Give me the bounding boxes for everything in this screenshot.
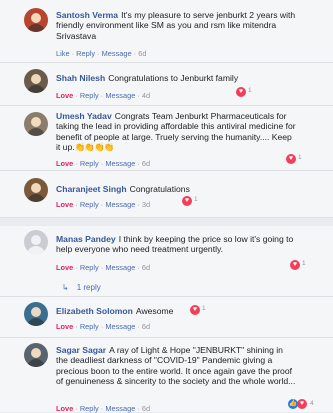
reaction-count: 1 xyxy=(202,305,206,312)
comment-item: Santosh Verma It's my pleasure to serve j… xyxy=(0,0,333,62)
message-button[interactable]: Message xyxy=(105,263,135,272)
comment-author[interactable]: Elizabeth Solomon xyxy=(56,306,133,316)
message-button[interactable]: Message xyxy=(105,159,135,168)
comment-actions: Like · Reply · Message · 6d xyxy=(56,49,147,58)
avatar[interactable] xyxy=(24,343,48,367)
comment-text: Elizabeth Solomon Awesome xyxy=(56,306,297,316)
reply-arrow-icon: ↳ xyxy=(62,283,69,292)
comment-actions: Love · Reply · Message · 4d xyxy=(56,91,151,100)
avatar[interactable] xyxy=(24,178,48,202)
reaction-count: 1 xyxy=(302,260,306,267)
avatar[interactable] xyxy=(24,8,48,32)
comment-actions: Love · Reply · Message · 6d xyxy=(56,322,151,331)
comment-body: Congratulations to Jenburkt family xyxy=(108,73,239,83)
heart-icon[interactable]: ♥ xyxy=(286,154,296,164)
timestamp: 6d xyxy=(138,49,147,58)
comment-text: Charanjeet Singh Congratulations xyxy=(56,184,297,194)
message-button[interactable]: Message xyxy=(105,200,135,209)
comment-item: Elizabeth Solomon Awesome Love · Reply · … xyxy=(0,297,333,337)
message-button[interactable]: Message xyxy=(105,322,135,331)
reply-button[interactable]: Reply xyxy=(76,49,95,58)
love-button[interactable]: Love xyxy=(56,159,73,168)
comment-text: Sagar Sagar A ray of Light & Hope "JENBUR… xyxy=(56,345,297,387)
love-button[interactable]: Love xyxy=(56,263,73,272)
avatar[interactable] xyxy=(24,112,48,136)
like-button[interactable]: Like xyxy=(56,49,70,58)
reaction-count: 1 xyxy=(248,87,252,94)
reply-button[interactable]: Reply xyxy=(80,322,99,331)
heart-icon[interactable]: ♥ xyxy=(190,305,200,315)
reply-button[interactable]: Reply xyxy=(80,263,99,272)
reply-button[interactable]: Reply xyxy=(80,200,99,209)
comment-text: Shah Nilesh Congratulations to Jenburkt f… xyxy=(56,73,297,83)
comment-text: Santosh Verma It's my pleasure to serve j… xyxy=(56,10,297,41)
comment-text: Umesh Yadav Congrats Team Jenburkt Pharma… xyxy=(56,111,297,153)
heart-icon[interactable]: ♥ xyxy=(297,399,307,409)
reply-button[interactable]: Reply xyxy=(80,159,99,168)
view-replies-link[interactable]: ↳ 1 reply xyxy=(62,283,101,292)
comment-text: Manas Pandey I think by keeping the price… xyxy=(56,234,297,255)
comment-author[interactable]: Shah Nilesh xyxy=(56,73,105,83)
comment-actions: Love · Reply · Message · 6d xyxy=(56,263,151,272)
timestamp: 6d xyxy=(141,263,151,272)
comment-item: Umesh Yadav Congrats Team Jenburkt Pharma… xyxy=(0,106,333,170)
love-button[interactable]: Love xyxy=(56,322,73,331)
love-button[interactable]: Love xyxy=(56,200,73,209)
love-button[interactable]: Love xyxy=(56,91,73,100)
comment-actions: Love · Reply · Message · 6d xyxy=(56,159,151,168)
reaction-count: 1 xyxy=(194,196,198,203)
timestamp: 6d xyxy=(141,322,151,331)
reaction-count: 1 xyxy=(298,154,302,161)
comment-author[interactable]: Santosh Verma xyxy=(56,10,118,20)
comment-actions: Love · Reply · Message · 3d xyxy=(56,200,151,209)
clap-emojis: 👏👏👏👏 xyxy=(74,142,115,153)
reaction-count: 4 xyxy=(310,400,314,407)
comment-author[interactable]: Umesh Yadav xyxy=(56,111,112,121)
comments-feed: Santosh Verma It's my pleasure to serve j… xyxy=(0,0,333,413)
avatar[interactable] xyxy=(24,302,48,326)
heart-icon[interactable]: ♥ xyxy=(290,260,300,270)
comment-author[interactable]: Manas Pandey xyxy=(56,234,116,244)
divider xyxy=(0,217,333,218)
timestamp: 6d xyxy=(141,159,151,168)
timestamp: 4d xyxy=(141,91,151,100)
comment-item: Sagar Sagar A ray of Light & Hope "JENBUR… xyxy=(0,338,333,413)
heart-icon[interactable]: ♥ xyxy=(236,87,246,97)
comment-item: Charanjeet Singh Congratulations Love · R… xyxy=(0,171,333,217)
message-button[interactable]: Message xyxy=(102,49,132,58)
comment-author[interactable]: Charanjeet Singh xyxy=(56,184,127,194)
avatar[interactable] xyxy=(24,230,48,254)
comment-author[interactable]: Sagar Sagar xyxy=(56,345,106,355)
heart-icon[interactable]: ♥ xyxy=(182,196,192,206)
comment-item: Shah Nilesh Congratulations to Jenburkt f… xyxy=(0,63,333,105)
timestamp: 3d xyxy=(141,200,151,209)
comment-body: Congratulations xyxy=(129,184,190,194)
comment-body: Awesome xyxy=(135,306,174,316)
message-button[interactable]: Message xyxy=(105,91,135,100)
avatar[interactable] xyxy=(24,69,48,93)
comment-item: Manas Pandey I think by keeping the price… xyxy=(0,226,333,296)
reply-button[interactable]: Reply xyxy=(80,91,99,100)
